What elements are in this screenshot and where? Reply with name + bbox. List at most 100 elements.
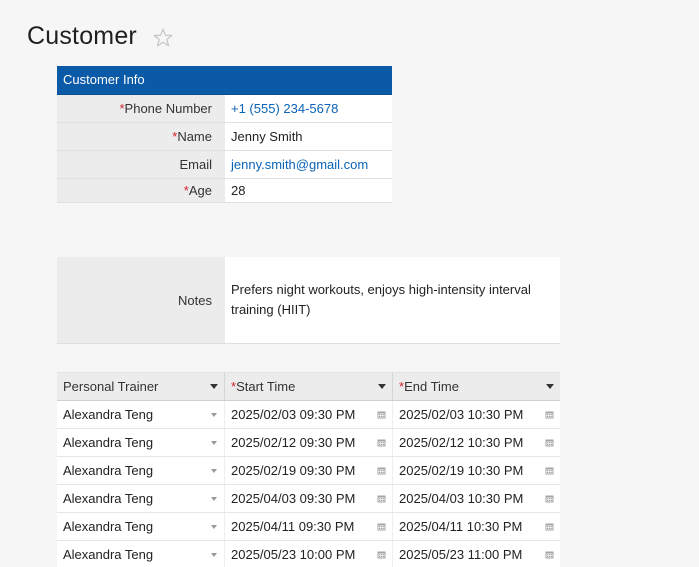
end-time-value: 2025/02/19 10:30 PM [399, 463, 524, 478]
age-label-text: Age [188, 183, 212, 198]
email-value[interactable]: jenny.smith@gmail.com [225, 151, 392, 178]
column-label: *End Time [399, 379, 459, 394]
trainer-cell[interactable]: Alexandra Teng [57, 541, 225, 567]
calendar-icon[interactable] [545, 494, 554, 503]
end-time-cell[interactable]: 2025/02/19 10:30 PM [393, 457, 560, 484]
chevron-down-icon[interactable] [211, 468, 217, 473]
end-time-value: 2025/05/23 11:00 PM [399, 547, 523, 562]
start-time-value: 2025/05/23 10:00 PM [231, 547, 356, 562]
chevron-down-icon[interactable] [211, 440, 217, 445]
trainer-value: Alexandra Teng [63, 407, 154, 422]
age-label: * Age [57, 179, 225, 202]
name-label-text: Name [177, 129, 212, 144]
phone-value[interactable]: +1 (555) 234-5678 [225, 95, 392, 122]
end-time-value: 2025/02/03 10:30 PM [399, 407, 524, 422]
end-time-cell[interactable]: 2025/02/12 10:30 PM [393, 429, 560, 456]
start-time-value: 2025/04/11 09:30 PM [231, 519, 355, 534]
calendar-icon[interactable] [377, 438, 386, 447]
start-time-value: 2025/02/03 09:30 PM [231, 407, 356, 422]
end-time-cell[interactable]: 2025/04/11 10:30 PM [393, 513, 560, 540]
email-link[interactable]: jenny.smith@gmail.com [231, 157, 368, 172]
table-row: Alexandra Teng 2025/02/03 09:30 PM 2025/… [57, 401, 560, 429]
calendar-icon[interactable] [545, 438, 554, 447]
end-time-cell[interactable]: 2025/05/23 11:00 PM [393, 541, 560, 567]
calendar-icon[interactable] [377, 466, 386, 475]
chevron-down-icon[interactable] [378, 384, 386, 389]
field-row-email: Email jenny.smith@gmail.com [57, 151, 392, 179]
trainer-value: Alexandra Teng [63, 435, 154, 450]
start-time-value: 2025/02/12 09:30 PM [231, 435, 356, 450]
notes-value[interactable]: Prefers night workouts, enjoys high-inte… [225, 257, 560, 343]
notes-label: Notes [57, 257, 225, 343]
sessions-subtable: Personal Trainer *Start Time *End Time A… [57, 372, 560, 567]
phone-label-text: Phone Number [124, 101, 212, 116]
calendar-icon[interactable] [545, 410, 554, 419]
end-time-value: 2025/02/12 10:30 PM [399, 435, 524, 450]
table-row: Alexandra Teng 2025/04/11 09:30 PM 2025/… [57, 513, 560, 541]
customer-info-header: Customer Info [57, 66, 392, 95]
calendar-icon[interactable] [545, 466, 554, 475]
trainer-value: Alexandra Teng [63, 519, 154, 534]
name-label: * Name [57, 123, 225, 150]
trainer-cell[interactable]: Alexandra Teng [57, 401, 225, 428]
table-row: Alexandra Teng 2025/02/19 09:30 PM 2025/… [57, 457, 560, 485]
email-label: Email [57, 151, 225, 178]
email-label-text: Email [179, 157, 212, 172]
column-header-personal-trainer[interactable]: Personal Trainer [57, 373, 225, 400]
calendar-icon[interactable] [377, 550, 386, 559]
trainer-value: Alexandra Teng [63, 491, 154, 506]
customer-page: Customer Customer Info * Phone Number +1 … [0, 0, 699, 567]
start-time-cell[interactable]: 2025/02/03 09:30 PM [225, 401, 393, 428]
start-time-value: 2025/04/03 09:30 PM [231, 491, 356, 506]
column-header-end-time[interactable]: *End Time [393, 373, 560, 400]
start-time-cell[interactable]: 2025/02/12 09:30 PM [225, 429, 393, 456]
chevron-down-icon[interactable] [211, 412, 217, 417]
end-time-cell[interactable]: 2025/02/03 10:30 PM [393, 401, 560, 428]
customer-info-section: Customer Info * Phone Number +1 (555) 234… [57, 66, 392, 203]
page-title: Customer [27, 21, 137, 50]
trainer-cell[interactable]: Alexandra Teng [57, 513, 225, 540]
end-time-cell[interactable]: 2025/04/03 10:30 PM [393, 485, 560, 512]
table-row: Alexandra Teng 2025/04/03 09:30 PM 2025/… [57, 485, 560, 513]
chevron-down-icon[interactable] [211, 524, 217, 529]
chevron-down-icon[interactable] [211, 552, 217, 557]
title-row: Customer [27, 18, 174, 54]
calendar-icon[interactable] [545, 522, 554, 531]
trainer-cell[interactable]: Alexandra Teng [57, 457, 225, 484]
start-time-value: 2025/02/19 09:30 PM [231, 463, 356, 478]
chevron-down-icon[interactable] [211, 496, 217, 501]
field-row-age: * Age 28 [57, 179, 392, 203]
name-value[interactable]: Jenny Smith [225, 123, 392, 150]
chevron-down-icon[interactable] [546, 384, 554, 389]
table-row: Alexandra Teng 2025/02/12 09:30 PM 2025/… [57, 429, 560, 457]
trainer-cell[interactable]: Alexandra Teng [57, 429, 225, 456]
phone-link[interactable]: +1 (555) 234-5678 [231, 101, 338, 116]
phone-label: * Phone Number [57, 95, 225, 122]
column-label: Personal Trainer [63, 379, 158, 394]
star-icon[interactable] [152, 27, 174, 49]
calendar-icon[interactable] [545, 550, 554, 559]
column-label-text: End Time [404, 379, 459, 394]
calendar-icon[interactable] [377, 410, 386, 419]
start-time-cell[interactable]: 2025/05/23 10:00 PM [225, 541, 393, 567]
end-time-value: 2025/04/03 10:30 PM [399, 491, 524, 506]
table-row: Alexandra Teng 2025/05/23 10:00 PM 2025/… [57, 541, 560, 567]
start-time-cell[interactable]: 2025/04/11 09:30 PM [225, 513, 393, 540]
end-time-value: 2025/04/11 10:30 PM [399, 519, 523, 534]
field-row-phone: * Phone Number +1 (555) 234-5678 [57, 95, 392, 123]
trainer-value: Alexandra Teng [63, 547, 154, 562]
column-label-text: Start Time [236, 379, 296, 394]
age-value[interactable]: 28 [225, 179, 392, 202]
subtable-header: Personal Trainer *Start Time *End Time [57, 372, 560, 401]
column-label: *Start Time [231, 379, 295, 394]
start-time-cell[interactable]: 2025/02/19 09:30 PM [225, 457, 393, 484]
column-header-start-time[interactable]: *Start Time [225, 373, 393, 400]
column-label-text: Personal Trainer [63, 379, 159, 394]
calendar-icon[interactable] [377, 494, 386, 503]
calendar-icon[interactable] [377, 522, 386, 531]
field-row-name: * Name Jenny Smith [57, 123, 392, 151]
notes-field: Notes Prefers night workouts, enjoys hig… [57, 257, 560, 344]
trainer-cell[interactable]: Alexandra Teng [57, 485, 225, 512]
chevron-down-icon[interactable] [210, 384, 218, 389]
start-time-cell[interactable]: 2025/04/03 09:30 PM [225, 485, 393, 512]
